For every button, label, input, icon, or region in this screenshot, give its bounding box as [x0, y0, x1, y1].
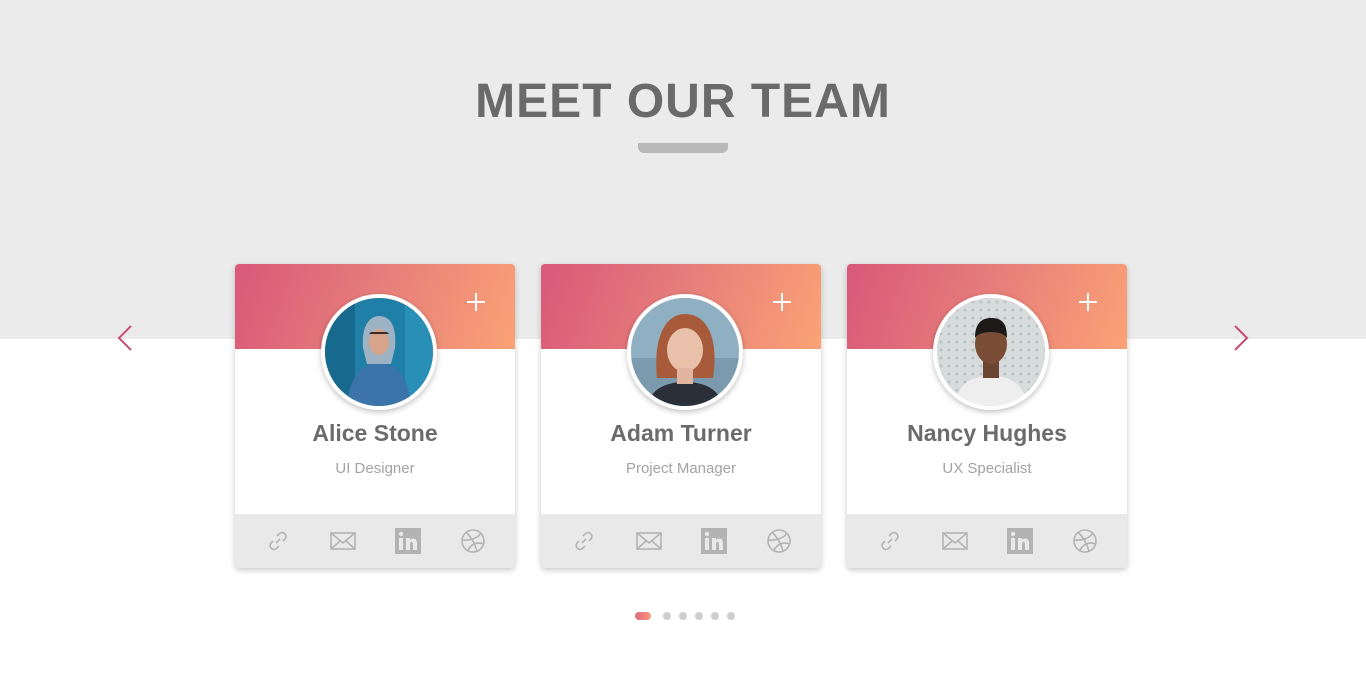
linkedin-button[interactable] [697, 524, 731, 558]
linkedin-icon [394, 528, 421, 554]
avatar [321, 294, 437, 410]
link-button[interactable] [873, 524, 907, 558]
dribbble-button[interactable] [1068, 524, 1102, 558]
team-card: Adam Turner Project Manager [541, 264, 821, 568]
pagination-dot[interactable] [727, 612, 735, 620]
mail-icon [635, 532, 662, 550]
pagination-dot[interactable] [695, 612, 703, 620]
linkedin-button[interactable] [391, 524, 425, 558]
dribbble-button[interactable] [762, 524, 796, 558]
dribbble-icon [1072, 529, 1097, 553]
link-icon [880, 531, 899, 551]
mail-button[interactable] [632, 524, 666, 558]
title-underline [638, 143, 728, 153]
mail-button[interactable] [938, 524, 972, 558]
link-icon [574, 531, 593, 551]
card-social-bar [847, 514, 1127, 568]
avatar [627, 294, 743, 410]
card-social-bar [541, 514, 821, 568]
section-title: MEET OUR TEAM [475, 75, 891, 128]
team-card: Nancy Hughes UX Specialist [847, 264, 1127, 568]
chevron-right-icon [1234, 325, 1249, 351]
plus-icon [1079, 293, 1097, 311]
pagination-dot[interactable] [679, 612, 687, 620]
member-name: Adam Turner [610, 420, 752, 446]
linkedin-icon [1006, 528, 1033, 554]
chevron-left-icon [117, 325, 132, 351]
member-role: UI Designer [335, 460, 415, 477]
pagination-dot-active[interactable] [635, 612, 651, 620]
member-name: Alice Stone [312, 420, 438, 446]
expand-card-button[interactable] [465, 291, 487, 313]
avatar [933, 294, 1049, 410]
expand-card-button[interactable] [1077, 291, 1099, 313]
carousel-prev-button[interactable] [105, 318, 145, 358]
card-social-bar [235, 514, 515, 568]
pagination-dot[interactable] [663, 612, 671, 620]
mail-icon [941, 532, 968, 550]
plus-icon [773, 293, 791, 311]
pagination-dot[interactable] [711, 612, 719, 620]
carousel-next-button[interactable] [1221, 318, 1261, 358]
dribbble-button[interactable] [456, 524, 490, 558]
team-card: Alice Stone UI Designer [235, 264, 515, 568]
mail-button[interactable] [326, 524, 360, 558]
link-icon [268, 531, 287, 551]
carousel-pagination [635, 612, 743, 620]
member-role: Project Manager [625, 460, 737, 477]
linkedin-button[interactable] [1003, 524, 1037, 558]
member-role: UX Specialist [942, 460, 1032, 477]
dribbble-icon [766, 529, 791, 553]
mail-icon [329, 532, 356, 550]
linkedin-icon [700, 528, 727, 554]
plus-icon [467, 293, 485, 311]
expand-card-button[interactable] [771, 291, 793, 313]
dribbble-icon [460, 529, 485, 553]
link-button[interactable] [261, 524, 295, 558]
member-name: Nancy Hughes [907, 420, 1067, 446]
link-button[interactable] [567, 524, 601, 558]
